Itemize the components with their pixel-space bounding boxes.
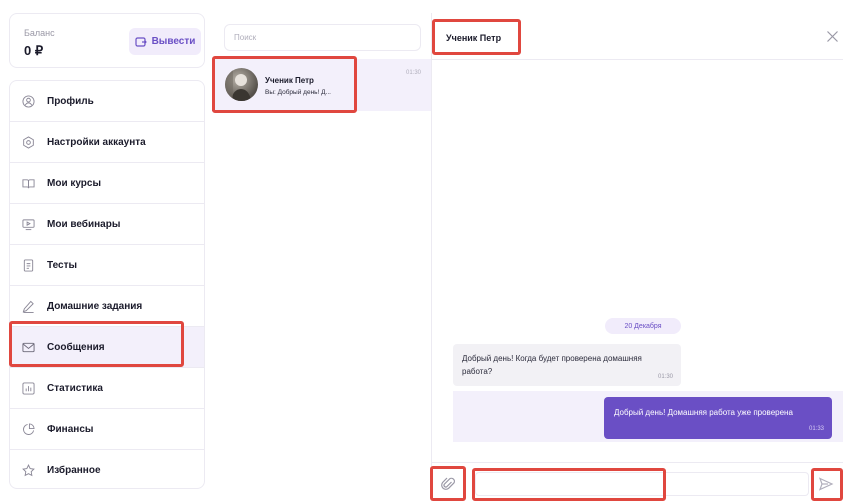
send-icon[interactable] (818, 476, 834, 492)
incoming-message: Добрый день! Когда будет проверена домаш… (453, 344, 681, 386)
chat-time: 01:30 (405, 70, 421, 76)
sidebar-item-label: Тесты (47, 259, 78, 271)
withdraw-button[interactable]: Вывести (129, 28, 201, 55)
sidebar-item-statistics[interactable]: Статистика (10, 368, 204, 409)
sidebar-item-label: Мои вебинары (47, 218, 121, 230)
sidebar-item-homework[interactable]: Домашние задания (10, 286, 204, 327)
sidebar-item-label: Избранное (47, 465, 101, 476)
pencil-icon (22, 300, 35, 313)
chat-name: Ученик Петр (265, 76, 314, 85)
sidebar-item-courses[interactable]: Мои курсы (10, 163, 204, 204)
conversation-header-divider (432, 59, 843, 60)
message-time: 01:33 (808, 426, 824, 432)
sidebar-item-label: Домашние задания (47, 300, 143, 312)
book-icon (22, 177, 35, 190)
sidebar-item-favorites[interactable]: Избранное (10, 450, 204, 488)
balance-value: 0 ₽ (24, 43, 44, 58)
message-input[interactable] (475, 472, 809, 496)
close-icon[interactable] (826, 30, 839, 43)
outgoing-message: Добрый день! Домашняя работа уже провере… (604, 397, 832, 439)
settings-icon (22, 135, 35, 149)
sidebar-item-label: Статистика (47, 382, 103, 394)
wallet-icon (134, 36, 147, 47)
sidebar-item-label: Настройки аккаунта (47, 136, 146, 148)
sidebar-item-finances[interactable]: Финансы (10, 409, 204, 450)
balance-card: Баланс 0 ₽ Вывести (9, 13, 205, 68)
avatar (225, 68, 258, 101)
balance-label: Баланс (24, 28, 55, 38)
message-time: 01:30 (657, 374, 673, 380)
chat-list-item[interactable]: Ученик Петр Вы: Добрый день! Д... 01:30 (212, 59, 431, 111)
user-circle-icon (22, 94, 35, 108)
paperclip-icon[interactable] (440, 476, 456, 492)
sidebar-item-label: Профиль (47, 95, 94, 107)
webinar-icon (22, 218, 35, 231)
withdraw-label: Вывести (151, 36, 196, 47)
envelope-icon (22, 341, 35, 354)
sidebar-item-messages[interactable]: Сообщения (10, 327, 204, 368)
message-text: Добрый день! Домашняя работа уже провере… (614, 408, 793, 417)
star-icon (22, 464, 35, 477)
pie-chart-icon (22, 422, 35, 436)
sidebar-item-tests[interactable]: Тесты (10, 245, 204, 286)
composer-divider (432, 462, 843, 463)
search-input[interactable] (224, 24, 421, 51)
sidebar-item-label: Мои курсы (47, 177, 102, 189)
chart-icon (22, 381, 35, 395)
message-text: Добрый день! Когда будет проверена домаш… (462, 354, 642, 376)
sidebar-item-label: Сообщения (47, 341, 105, 353)
document-icon (22, 258, 35, 272)
sidebar-menu: Профиль Настройки аккаунта Мои курсы Мои… (9, 80, 205, 489)
sidebar-item-settings[interactable]: Настройки аккаунта (10, 122, 204, 163)
chat-list-divider (431, 13, 432, 501)
date-separator: 20 Декабря (605, 318, 681, 334)
sidebar-item-label: Финансы (47, 423, 94, 435)
chat-preview: Вы: Добрый день! Д... (265, 89, 331, 96)
sidebar-item-profile[interactable]: Профиль (10, 81, 204, 122)
conversation-title: Ученик Петр (446, 33, 502, 43)
sidebar-item-webinars[interactable]: Мои вебинары (10, 204, 204, 245)
